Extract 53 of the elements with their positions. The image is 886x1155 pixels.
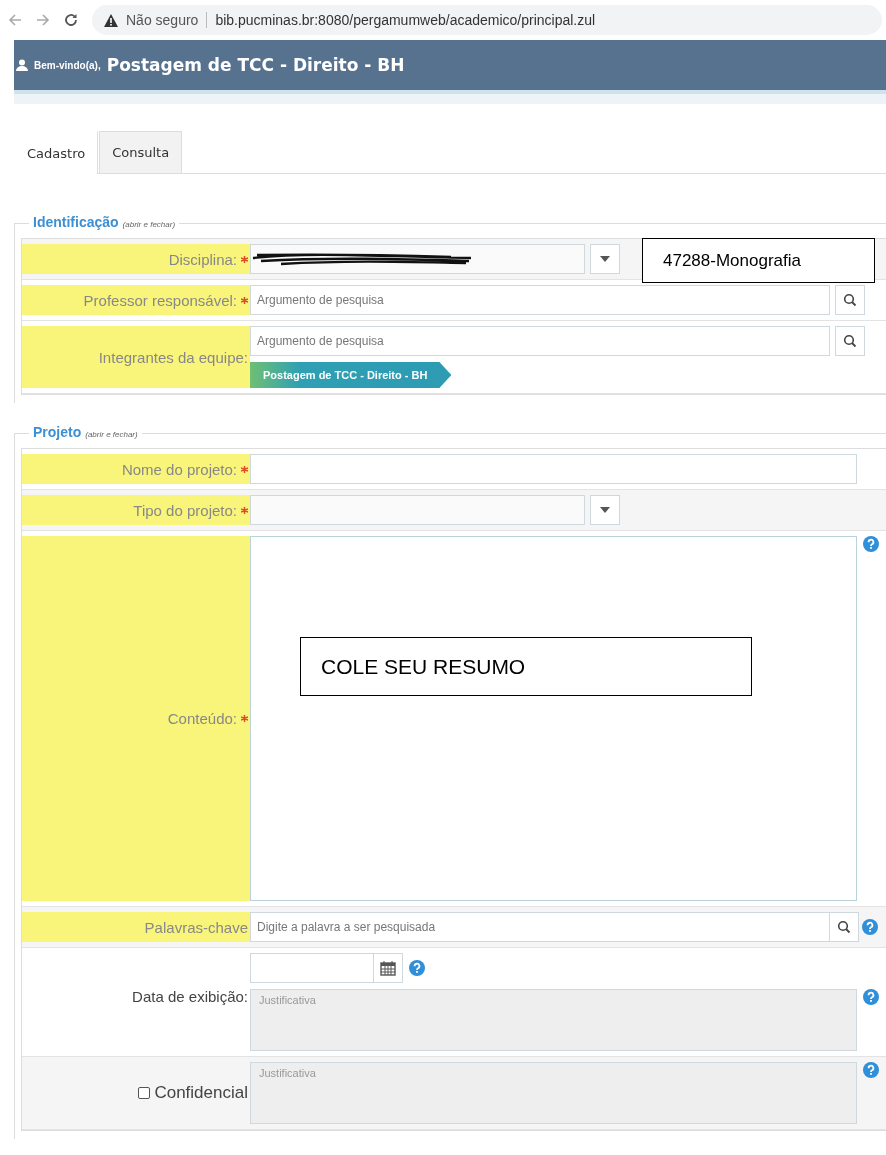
field-label: Nome do projeto:: [121, 460, 237, 478]
help-icon[interactable]: [863, 536, 879, 552]
field-label: Confidencial: [154, 1083, 248, 1103]
search-button[interactable]: [829, 912, 859, 942]
caret-icon: [600, 256, 610, 262]
field-label: Conteúdo:: [167, 710, 237, 727]
tab[interactable]: Cadastro: [14, 131, 99, 174]
justification-field[interactable]: Justificativa: [250, 989, 857, 1051]
header-title: Postagem de TCC - Direito - BH: [106, 55, 405, 75]
annotation-note: COLE SEU RESUMO: [300, 637, 752, 696]
field-label: Integrantes da equipe:: [98, 348, 248, 366]
field-label: Professor responsável:: [83, 291, 237, 309]
text-field[interactable]: [250, 454, 857, 484]
search-icon[interactable]: [843, 293, 857, 307]
annotation-note: 47288-Monografia: [642, 238, 875, 283]
section-title[interactable]: Identificação: [33, 214, 119, 230]
dropdown-button[interactable]: [590, 244, 620, 274]
dropdown-button[interactable]: [590, 495, 620, 525]
search-field[interactable]: Argumento de pesquisa: [250, 285, 830, 315]
url-text: bib.pucminas.br:8080/pergamumweb/academico/principal.zul: [215, 12, 596, 28]
help-icon[interactable]: [863, 1062, 879, 1078]
field-label: Palavras-chave: [144, 918, 248, 936]
field-label: Data de exibição:: [132, 988, 248, 1005]
field-label: Disciplina:: [168, 250, 237, 268]
tab[interactable]: Consulta: [99, 131, 183, 173]
reload-icon[interactable]: [64, 13, 78, 27]
warning-icon: [104, 13, 118, 27]
toggle-link[interactable]: (abrir e fechar): [122, 220, 176, 229]
search-field[interactable]: Argumento de pesquisa: [250, 326, 830, 356]
calendar-icon[interactable]: [380, 960, 396, 976]
search-button[interactable]: [835, 326, 865, 356]
greeting-text: Bem-vindo(a),: [34, 59, 101, 71]
search-button[interactable]: [835, 285, 865, 315]
date-field[interactable]: [250, 953, 374, 983]
address-bar[interactable]: Não seguro bib.pucminas.br:8080/pergamumweb/academico/principal.zul: [92, 5, 882, 35]
security-label: Não seguro: [126, 12, 199, 28]
help-icon[interactable]: [862, 919, 878, 935]
select-field[interactable]: [250, 244, 585, 274]
calendar-button[interactable]: [373, 953, 403, 983]
caret-icon: [600, 507, 610, 513]
toggle-link[interactable]: (abrir e fechar): [85, 430, 138, 439]
user-icon: [16, 59, 28, 71]
checkbox[interactable]: [138, 1087, 151, 1099]
field-label: Tipo do projeto:: [133, 501, 237, 519]
search-icon[interactable]: [843, 334, 857, 348]
search-field[interactable]: Digite a palavra a ser pesquisada: [250, 912, 830, 942]
help-icon[interactable]: [863, 989, 879, 1005]
section-title[interactable]: Projeto: [33, 424, 82, 440]
team-tag[interactable]: Postagem de TCC - Direito - BH: [250, 362, 452, 388]
justification-field[interactable]: Justificativa: [250, 1062, 857, 1124]
select-field[interactable]: [250, 495, 585, 525]
help-icon[interactable]: [409, 960, 425, 976]
search-icon[interactable]: [837, 920, 851, 934]
